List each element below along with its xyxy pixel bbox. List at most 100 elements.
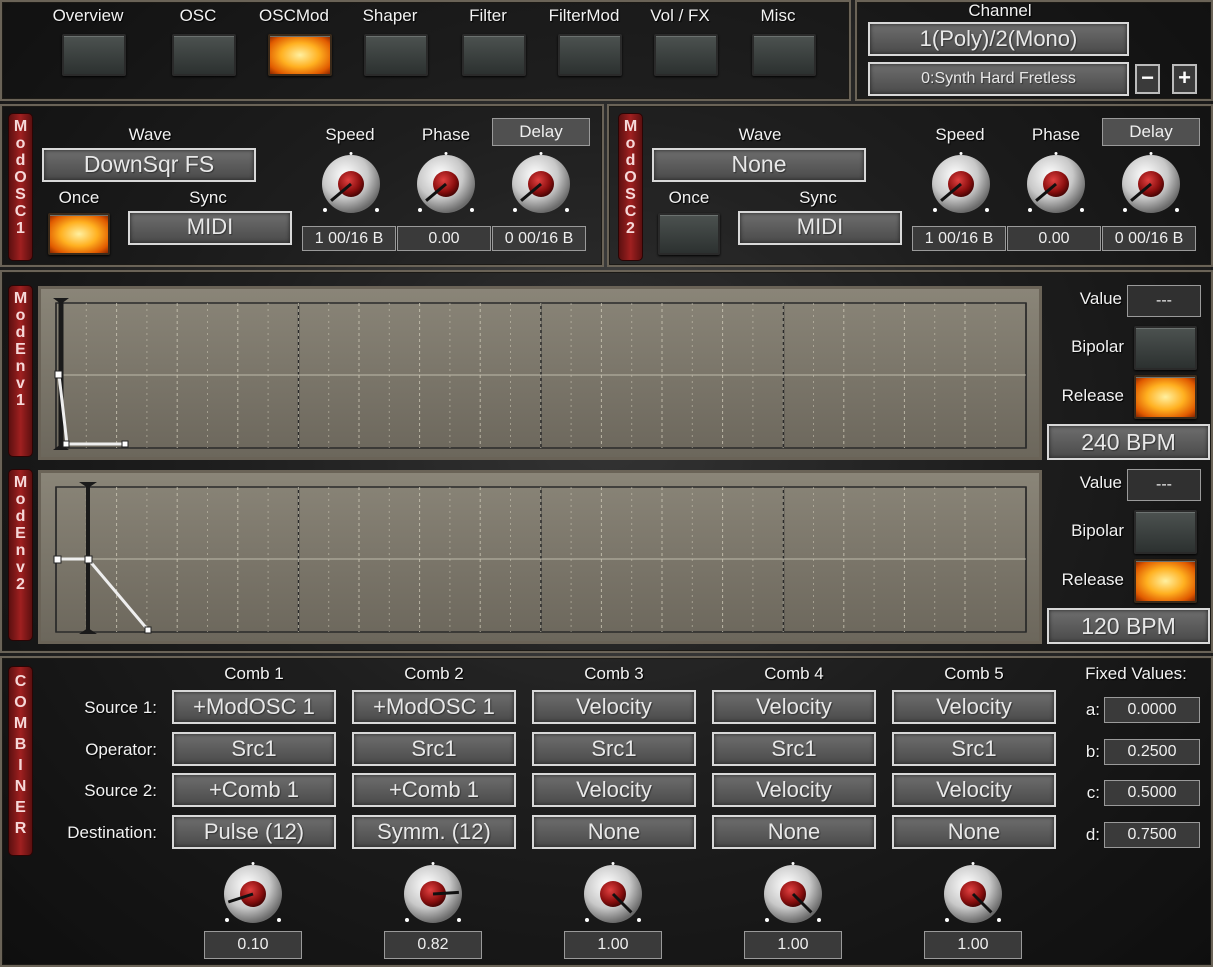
tab-filtermod-button[interactable]: [558, 34, 622, 76]
fixed-d-value[interactable]: 0.7500: [1104, 822, 1200, 848]
row-label-source1: Source 1:: [84, 698, 157, 717]
comb-3-source2-select[interactable]: Velocity: [532, 773, 696, 807]
comb-4-amount-knob[interactable]: [761, 862, 825, 926]
row-label-operator: Operator:: [85, 740, 157, 759]
comb-2-source2-select[interactable]: +Comb 1: [352, 773, 516, 807]
tab-letter: O: [624, 169, 637, 186]
speed-knob[interactable]: [319, 152, 383, 216]
tab-letter: I: [18, 757, 23, 774]
tab-letter: d: [625, 152, 636, 169]
comb-4-label: Comb 4: [764, 664, 824, 683]
comb-2-amount-knob[interactable]: [401, 862, 465, 926]
preset-prev-button[interactable]: −: [1135, 64, 1160, 94]
comb-5-source2-select[interactable]: Velocity: [892, 773, 1056, 807]
wave-select[interactable]: DownSqr FS: [42, 148, 256, 182]
comb-3-source1-select[interactable]: Velocity: [532, 690, 696, 724]
tab-letter: o: [15, 307, 26, 324]
tab-letter: 1: [16, 220, 25, 237]
tab-letter: o: [625, 135, 636, 152]
tab-shaper-button[interactable]: [364, 34, 428, 76]
tab-letter: d: [15, 508, 26, 525]
delay-button[interactable]: Delay: [492, 118, 590, 146]
preset-next-button[interactable]: +: [1172, 64, 1197, 94]
bipolar-toggle[interactable]: [1134, 326, 1197, 370]
row-label-source2: Source 2:: [84, 781, 157, 800]
tab-overview-button[interactable]: [62, 34, 126, 76]
envelope-editor-2[interactable]: [38, 470, 1042, 644]
release-toggle[interactable]: [1134, 559, 1197, 603]
channel-select[interactable]: 1(Poly)/2(Mono): [868, 22, 1129, 56]
bipolar-toggle[interactable]: [1134, 510, 1197, 554]
comb-3-operator-select[interactable]: Src1: [532, 732, 696, 766]
release-toggle[interactable]: [1134, 375, 1197, 419]
tab-volfx-button[interactable]: [654, 34, 718, 76]
combiner-tab[interactable]: COMBINER: [8, 666, 33, 856]
comb-1-amount-knob[interactable]: [221, 862, 285, 926]
sync-label: Sync: [189, 188, 227, 207]
tab-letter: S: [625, 186, 636, 203]
modenv-2-tab[interactable]: ModEnv2: [8, 469, 33, 641]
comb-5-destination-select[interactable]: None: [892, 815, 1056, 849]
wave-label: Wave: [128, 125, 172, 144]
phase-knob[interactable]: [1024, 152, 1088, 216]
comb-5-amount-knob[interactable]: [941, 862, 1005, 926]
tab-letter: E: [15, 525, 26, 542]
delay-knob[interactable]: [509, 152, 573, 216]
comb-2-label: Comb 2: [404, 664, 464, 683]
tab-label-1: OSC: [179, 6, 217, 25]
comb-1-label: Comb 1: [224, 664, 284, 683]
fixed-c-value[interactable]: 0.5000: [1104, 780, 1200, 806]
tab-letter: M: [13, 715, 28, 732]
tab-letter: M: [13, 118, 28, 135]
speed-knob[interactable]: [929, 152, 993, 216]
comb-4-source1-select[interactable]: Velocity: [712, 690, 876, 724]
comb-1-source2-select[interactable]: +Comb 1: [172, 773, 336, 807]
fixed-a-value[interactable]: 0.0000: [1104, 697, 1200, 723]
speed-value: 1 00/16 B: [302, 226, 396, 251]
tab-oscmod-button[interactable]: [268, 34, 332, 76]
speed-value: 1 00/16 B: [912, 226, 1006, 251]
delay-button[interactable]: Delay: [1102, 118, 1200, 146]
comb-4-source2-select[interactable]: Velocity: [712, 773, 876, 807]
tab-letter: E: [15, 341, 26, 358]
comb-1-operator-select[interactable]: Src1: [172, 732, 336, 766]
comb-4-operator-select[interactable]: Src1: [712, 732, 876, 766]
comb-4-destination-select[interactable]: None: [712, 815, 876, 849]
delay-knob[interactable]: [1119, 152, 1183, 216]
comb-3-amount-knob[interactable]: [581, 862, 645, 926]
modosc-2-tab[interactable]: ModOSC2: [618, 113, 643, 261]
fixed-b-value[interactable]: 0.2500: [1104, 739, 1200, 765]
modosc-1-tab[interactable]: ModOSC1: [8, 113, 33, 261]
bpm-display: 240 BPM: [1047, 424, 1210, 460]
tab-letter: M: [13, 290, 28, 307]
tab-osc-button[interactable]: [172, 34, 236, 76]
comb-5-operator-select[interactable]: Src1: [892, 732, 1056, 766]
once-toggle[interactable]: [48, 213, 110, 255]
tab-filter-button[interactable]: [462, 34, 526, 76]
tab-letter: o: [15, 491, 26, 508]
once-toggle[interactable]: [658, 213, 720, 255]
tab-letter: 2: [16, 576, 25, 593]
sync-select[interactable]: MIDI: [128, 211, 292, 245]
comb-1-source1-select[interactable]: +ModOSC 1: [172, 690, 336, 724]
sync-label: Sync: [799, 188, 837, 207]
release-label: Release: [1061, 386, 1124, 405]
tab-letter: E: [15, 799, 26, 816]
bipolar-label: Bipolar: [1071, 521, 1124, 540]
comb-2-source1-select[interactable]: +ModOSC 1: [352, 690, 516, 724]
comb-3-destination-select[interactable]: None: [532, 815, 696, 849]
modenv-1-tab[interactable]: ModEnv1: [8, 285, 33, 457]
sync-select[interactable]: MIDI: [738, 211, 902, 245]
delay-value: 0 00/16 B: [1102, 226, 1196, 251]
comb-2-destination-select[interactable]: Symm. (12): [352, 815, 516, 849]
phase-label: Phase: [1031, 125, 1081, 144]
tab-letter: v: [16, 375, 25, 392]
comb-2-operator-select[interactable]: Src1: [352, 732, 516, 766]
envelope-editor-1[interactable]: [38, 286, 1042, 460]
phase-knob[interactable]: [414, 152, 478, 216]
comb-1-destination-select[interactable]: Pulse (12): [172, 815, 336, 849]
comb-5-source1-select[interactable]: Velocity: [892, 690, 1056, 724]
wave-select[interactable]: None: [652, 148, 866, 182]
preset-select[interactable]: 0:Synth Hard Fretless: [868, 62, 1129, 96]
tab-misc-button[interactable]: [752, 34, 816, 76]
